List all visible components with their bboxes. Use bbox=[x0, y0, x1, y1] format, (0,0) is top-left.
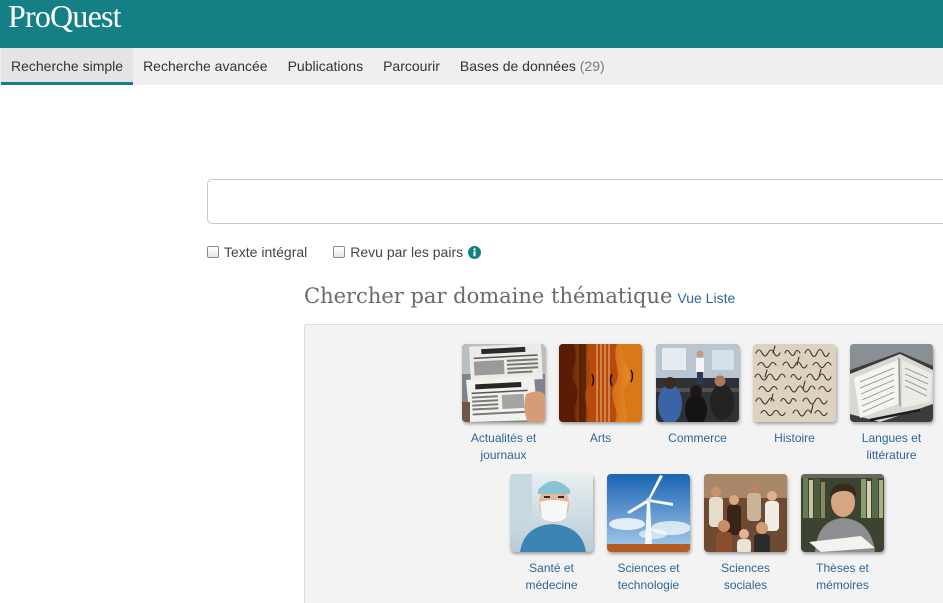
subject-label[interactable]: Thèses et mémoires bbox=[798, 560, 888, 594]
subject-thumbnail[interactable] bbox=[607, 474, 690, 552]
tab-label: Recherche simple bbox=[11, 58, 124, 74]
subject-label[interactable]: Santé et médecine bbox=[507, 560, 597, 594]
peer-reviewed-checkbox[interactable] bbox=[333, 246, 346, 258]
tab-recherche-avancee[interactable]: Recherche avancée bbox=[133, 48, 278, 85]
subject-thumbnail[interactable] bbox=[559, 344, 642, 422]
crowd-image[interactable] bbox=[704, 474, 787, 552]
subject-thumbnail[interactable] bbox=[510, 474, 593, 552]
peer-reviewed-label[interactable]: Revu par les pairs bbox=[350, 244, 463, 260]
subject-heading: Chercher par domaine thématique Vue Liste bbox=[304, 284, 735, 311]
tab-label: Parcourir bbox=[383, 58, 440, 74]
info-icon[interactable] bbox=[468, 245, 482, 259]
open-books-image[interactable] bbox=[850, 344, 933, 422]
subject-tile-theses[interactable]: Thèses et mémoires bbox=[794, 474, 891, 594]
wind-turbine-image[interactable] bbox=[607, 474, 690, 552]
surgeon-image[interactable] bbox=[510, 474, 593, 552]
tab-bases-de-donnees[interactable]: Bases de données (29) bbox=[450, 48, 615, 85]
subject-thumbnail[interactable] bbox=[753, 344, 836, 422]
list-view-link[interactable]: Vue Liste bbox=[677, 290, 735, 306]
violins-image[interactable] bbox=[559, 344, 642, 422]
peer-reviewed-filter[interactable]: Revu par les pairs bbox=[333, 244, 463, 260]
subject-tile-arts[interactable]: Arts bbox=[552, 344, 649, 447]
subject-tile-sciences-sociales[interactable]: Sciences sociales bbox=[697, 474, 794, 594]
subject-tile-histoire[interactable]: Histoire bbox=[746, 344, 843, 447]
student-image[interactable] bbox=[801, 474, 884, 552]
subject-label[interactable]: Actualités et journaux bbox=[459, 430, 549, 464]
search-input[interactable] bbox=[207, 179, 943, 224]
database-count: (29) bbox=[579, 58, 605, 74]
full-text-filter[interactable]: Texte intégral bbox=[207, 244, 307, 260]
subject-tile-sciences-technologie[interactable]: Sciences et technologie bbox=[600, 474, 697, 594]
subject-thumbnail[interactable] bbox=[462, 344, 545, 422]
subject-tile-langues[interactable]: Langues et littérature bbox=[843, 344, 940, 464]
top-header: ProQuest bbox=[0, 0, 943, 48]
tab-label: Recherche avancée bbox=[143, 58, 268, 74]
subject-thumbnail[interactable] bbox=[801, 474, 884, 552]
subject-thumbnail[interactable] bbox=[656, 344, 739, 422]
subject-tile-actualites[interactable]: Actualités et journaux bbox=[455, 344, 552, 464]
subject-label[interactable]: Arts bbox=[556, 430, 646, 447]
tab-recherche-simple[interactable]: Recherche simple bbox=[1, 48, 134, 85]
tab-label: Publications bbox=[287, 58, 364, 74]
tab-publications[interactable]: Publications bbox=[278, 48, 374, 85]
subject-label[interactable]: Commerce bbox=[653, 430, 743, 447]
subject-title: Chercher par domaine thématique bbox=[304, 284, 673, 308]
full-text-label[interactable]: Texte intégral bbox=[224, 244, 307, 260]
main-nav: Recherche simple Recherche avancée Publi… bbox=[0, 48, 943, 85]
subject-tile-commerce[interactable]: Commerce bbox=[649, 344, 746, 447]
proquest-logo[interactable]: ProQuest bbox=[8, 0, 122, 32]
tab-label: Bases de données bbox=[459, 58, 576, 74]
subject-label[interactable]: Sciences sociales bbox=[701, 560, 791, 594]
tab-parcourir[interactable]: Parcourir bbox=[373, 48, 450, 85]
subject-label[interactable]: Sciences et technologie bbox=[604, 560, 694, 594]
subject-label[interactable]: Histoire bbox=[750, 430, 840, 447]
subject-tile-sante[interactable]: Santé et médecine bbox=[503, 474, 600, 594]
manuscript-image[interactable] bbox=[753, 344, 836, 422]
business-meeting-image[interactable] bbox=[656, 344, 739, 422]
subject-label[interactable]: Langues et littérature bbox=[847, 430, 937, 464]
full-text-checkbox[interactable] bbox=[207, 246, 219, 258]
subject-thumbnail[interactable] bbox=[704, 474, 787, 552]
subject-thumbnail[interactable] bbox=[850, 344, 933, 422]
newspapers-image[interactable] bbox=[462, 344, 545, 422]
search-filters: Texte intégral Revu par les pairs bbox=[207, 243, 482, 261]
